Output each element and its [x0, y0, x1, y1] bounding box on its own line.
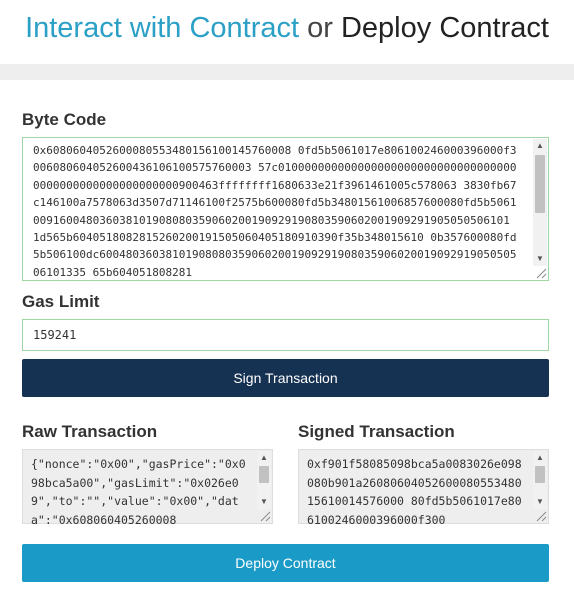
signed-transaction-value: 0xf901f58085098bca5a0083026e098080b901a2… — [307, 457, 522, 525]
bytecode-value: 0x6080604052600080553480156100145760008 … — [33, 144, 517, 277]
or-separator: or — [307, 12, 333, 44]
bytecode-textarea[interactable]: 0x6080604052600080553480156100145760008 … — [22, 137, 549, 281]
gas-limit-value: 159241 — [33, 328, 77, 342]
deploy-contract-title: Deploy Contract — [340, 12, 549, 44]
raw-tx-scrollbar[interactable]: ▲ ▼ — [257, 451, 271, 509]
gas-limit-input[interactable]: 159241 — [22, 319, 549, 351]
scroll-thumb[interactable] — [535, 155, 545, 213]
scroll-up-icon[interactable]: ▲ — [533, 451, 547, 465]
scroll-thumb[interactable] — [259, 466, 269, 483]
scroll-down-icon[interactable]: ▼ — [533, 495, 547, 509]
scroll-down-icon[interactable]: ▼ — [533, 252, 547, 266]
raw-transaction-label: Raw Transaction — [22, 422, 158, 441]
interact-with-contract-link[interactable]: Interact with Contract — [25, 12, 299, 44]
scroll-thumb[interactable] — [535, 466, 545, 483]
signed-tx-scrollbar[interactable]: ▲ ▼ — [533, 451, 547, 509]
raw-transaction-textarea[interactable]: {"nonce":"0x00","gasPrice":"0x098bca5a00… — [22, 449, 273, 525]
page-header: Interact with Contract or Deploy Contrac… — [0, 0, 574, 64]
gas-limit-label: Gas Limit — [22, 292, 100, 311]
resize-handle-icon[interactable] — [534, 509, 547, 522]
deploy-contract-button[interactable]: Deploy Contract — [22, 544, 549, 582]
signed-transaction-label: Signed Transaction — [298, 422, 455, 441]
scroll-down-icon[interactable]: ▼ — [257, 495, 271, 509]
scroll-up-icon[interactable]: ▲ — [533, 139, 547, 153]
scroll-up-icon[interactable]: ▲ — [257, 451, 271, 465]
bytecode-label: Byte Code — [22, 110, 107, 129]
resize-handle-icon[interactable] — [534, 266, 547, 279]
header-divider — [0, 64, 574, 80]
bytecode-scrollbar[interactable]: ▲ ▼ — [533, 139, 547, 266]
sign-transaction-button[interactable]: Sign Transaction — [22, 359, 549, 397]
resize-handle-icon[interactable] — [258, 509, 271, 522]
signed-transaction-textarea[interactable]: 0xf901f58085098bca5a0083026e098080b901a2… — [298, 449, 549, 525]
raw-transaction-value: {"nonce":"0x00","gasPrice":"0x098bca5a00… — [31, 457, 246, 525]
